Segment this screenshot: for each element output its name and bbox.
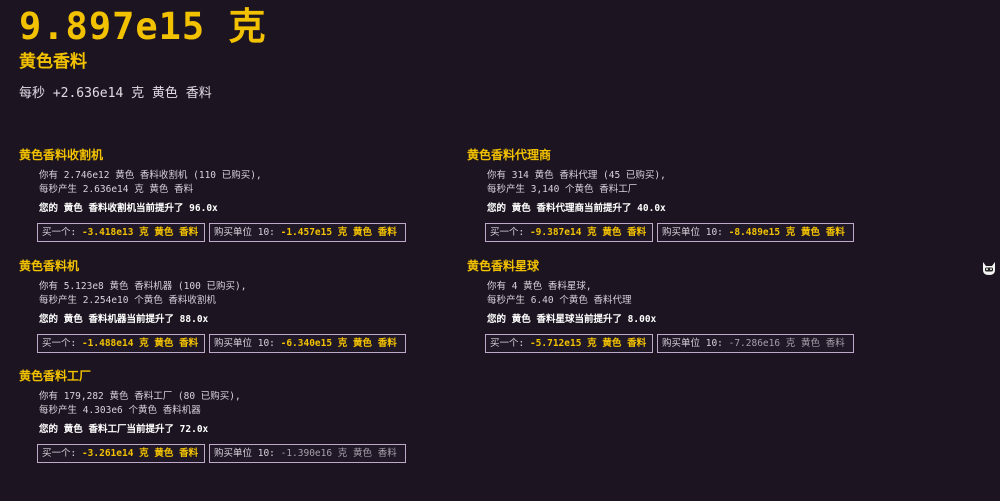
generator-boost: 您的 黄色 香料机器当前提升了 88.0x	[39, 314, 209, 325]
generator-production: 每秒产生 2.254e10 个黄色 香料收割机	[39, 295, 216, 306]
buy-one-cost: -1.488e14 克 黄色 香料	[81, 338, 199, 349]
buy-one-label: 买一个:	[490, 227, 530, 238]
generator-agent: 黄色香料代理商 你有 314 黄色 香料代理 (45 已购买), 每秒产生 3,…	[467, 147, 907, 242]
currency-name: 黄色香料	[19, 52, 87, 72]
generator-title: 黄色香料工厂	[19, 369, 92, 383]
buy-ten-label: 购买单位 10:	[662, 227, 729, 238]
currency-header: 9.897e15 克 黄色香料 每秒 +2.636e14 克 黄色 香料	[19, 4, 266, 103]
buy-ten-label: 购买单位 10:	[662, 338, 729, 349]
buy-ten-label: 购买单位 10:	[214, 448, 281, 459]
game-root: 9.897e15 克 黄色香料 每秒 +2.636e14 克 黄色 香料 黄色香…	[0, 0, 1000, 501]
cat-icon[interactable]	[980, 259, 998, 277]
buy-ten-cost: -1.390e16 克 黄色 香料	[280, 448, 397, 459]
buy-one-label: 买一个:	[42, 338, 82, 349]
generator-planet: 黄色香料星球 你有 4 黄色 香料星球, 每秒产生 6.40 个黄色 香料代理 …	[467, 258, 907, 353]
generator-title: 黄色香料星球	[467, 259, 540, 273]
buy-ten-cost: -6.340e15 克 黄色 香料	[280, 338, 397, 349]
generator-boost: 您的 黄色 香料收割机当前提升了 96.0x	[39, 203, 218, 214]
generator-production: 每秒产生 3,140 个黄色 香料工厂	[487, 184, 638, 195]
buy-one-button[interactable]: 买一个: -3.418e13 克 黄色 香料	[37, 223, 205, 242]
generator-factory: 黄色香料工厂 你有 179,282 黄色 香料工厂 (80 已购买), 每秒产生…	[19, 368, 459, 463]
buy-ten-button[interactable]: 购买单位 10: -1.390e16 克 黄色 香料	[209, 444, 406, 463]
buy-one-cost: -3.261e14 克 黄色 香料	[81, 448, 199, 459]
generator-machine: 黄色香料机 你有 5.123e8 黄色 香料机器 (100 已购买), 每秒产生…	[19, 258, 459, 353]
buy-one-label: 买一个:	[490, 338, 530, 349]
generator-owned: 你有 2.746e12 黄色 香料收割机 (110 已购买),	[39, 170, 262, 181]
generator-boost: 您的 黄色 香料星球当前提升了 8.00x	[487, 314, 657, 325]
buy-ten-button[interactable]: 购买单位 10: -6.340e15 克 黄色 香料	[209, 334, 406, 353]
buy-one-cost: -9.387e14 克 黄色 香料	[529, 227, 647, 238]
buy-one-button[interactable]: 买一个: -1.488e14 克 黄色 香料	[37, 334, 205, 353]
generator-owned: 你有 4 黄色 香料星球,	[487, 281, 592, 292]
generator-owned: 你有 179,282 黄色 香料工厂 (80 已购买),	[39, 391, 241, 402]
buy-ten-button[interactable]: 购买单位 10: -8.489e15 克 黄色 香料	[657, 223, 854, 242]
generator-owned: 你有 5.123e8 黄色 香料机器 (100 已购买),	[39, 281, 247, 292]
generator-title: 黄色香料收割机	[19, 148, 104, 162]
generator-title: 黄色香料代理商	[467, 148, 552, 162]
generator-production: 每秒产生 2.636e14 克 黄色 香料	[39, 184, 194, 195]
generator-production: 每秒产生 6.40 个黄色 香料代理	[487, 295, 632, 306]
buy-ten-cost: -1.457e15 克 黄色 香料	[280, 227, 397, 238]
buy-ten-button[interactable]: 购买单位 10: -7.286e16 克 黄色 香料	[657, 334, 854, 353]
buy-ten-button[interactable]: 购买单位 10: -1.457e15 克 黄色 香料	[209, 223, 406, 242]
buy-one-label: 买一个:	[42, 448, 82, 459]
generator-harvester: 黄色香料收割机 你有 2.746e12 黄色 香料收割机 (110 已购买), …	[19, 147, 459, 242]
buy-ten-cost: -8.489e15 克 黄色 香料	[728, 227, 845, 238]
buy-ten-cost: -7.286e16 克 黄色 香料	[728, 338, 845, 349]
buy-one-cost: -5.712e15 克 黄色 香料	[529, 338, 647, 349]
buy-one-label: 买一个:	[42, 227, 82, 238]
buy-ten-label: 购买单位 10:	[214, 227, 281, 238]
generator-boost: 您的 黄色 香料代理商当前提升了 40.0x	[487, 203, 666, 214]
buy-one-button[interactable]: 买一个: -5.712e15 克 黄色 香料	[485, 334, 653, 353]
buy-one-button[interactable]: 买一个: -3.261e14 克 黄色 香料	[37, 444, 205, 463]
buy-one-cost: -3.418e13 克 黄色 香料	[81, 227, 199, 238]
generator-production: 每秒产生 4.303e6 个黄色 香料机器	[39, 405, 201, 416]
currency-amount: 9.897e15 克	[19, 5, 267, 48]
generator-boost: 您的 黄色 香料工厂当前提升了 72.0x	[39, 424, 209, 435]
generator-title: 黄色香料机	[19, 259, 80, 273]
production-rate: 每秒 +2.636e14 克 黄色 香料	[19, 86, 212, 101]
buy-ten-label: 购买单位 10:	[214, 338, 281, 349]
buy-one-button[interactable]: 买一个: -9.387e14 克 黄色 香料	[485, 223, 653, 242]
generator-owned: 你有 314 黄色 香料代理 (45 已购买),	[487, 170, 666, 181]
